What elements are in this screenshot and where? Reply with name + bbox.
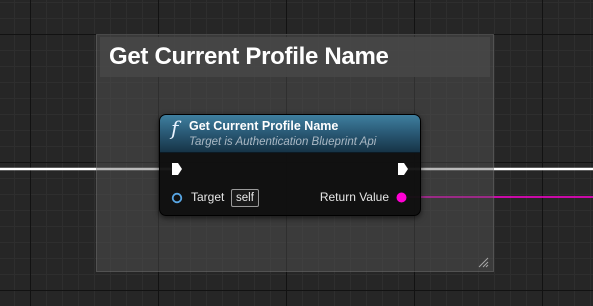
- target-self-field[interactable]: self: [231, 189, 259, 207]
- comment-title[interactable]: Get Current Profile Name: [109, 43, 389, 71]
- node-subtitle: Target is Authentication Blueprint Api: [189, 136, 377, 148]
- function-icon: f: [171, 116, 179, 140]
- target-label: Target: [191, 190, 225, 204]
- comment-header[interactable]: Get Current Profile Name: [100, 37, 490, 77]
- exec-out-pin-icon[interactable]: [397, 162, 409, 176]
- node-header[interactable]: f Get Current Profile Name Target is Aut…: [160, 115, 420, 153]
- return-value-pin-icon[interactable]: [395, 191, 408, 204]
- node-title: Get Current Profile Name: [189, 119, 339, 133]
- exec-in-pin-icon[interactable]: [171, 162, 183, 176]
- resize-grip-icon[interactable]: [477, 256, 489, 268]
- function-node[interactable]: f Get Current Profile Name Target is Aut…: [159, 114, 421, 216]
- target-pin-icon[interactable]: [171, 192, 183, 204]
- return-value-label: Return Value: [319, 190, 389, 204]
